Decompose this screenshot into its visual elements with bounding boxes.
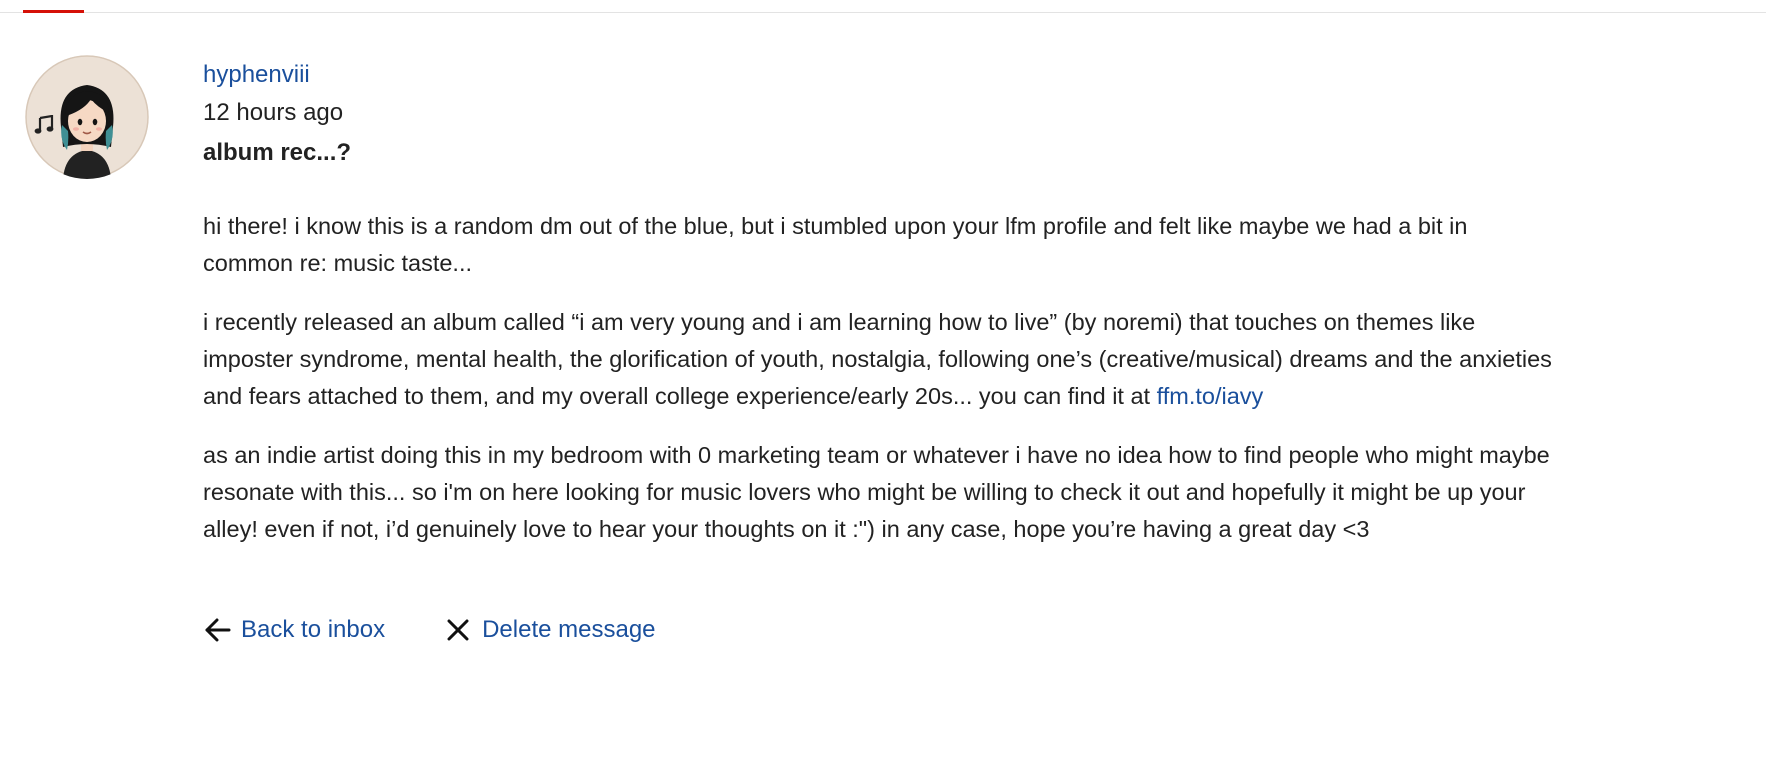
message-paragraph-text: i recently released an album called “i a… <box>203 309 1552 409</box>
active-tab-indicator <box>23 10 84 13</box>
message-body: hi there! i know this is a random dm out… <box>203 208 1553 548</box>
message-paragraph: hi there! i know this is a random dm out… <box>203 213 1468 276</box>
top-divider <box>0 12 1766 13</box>
close-icon <box>444 616 472 644</box>
delete-message-button[interactable]: Delete message <box>444 613 656 647</box>
message-subject: album rec...? <box>203 139 352 166</box>
back-to-inbox-button[interactable]: Back to inbox <box>203 613 385 647</box>
message-detail: hyphenviii 12 hours ago album rec...? hi… <box>203 58 1553 570</box>
message-actions: Back to inbox Delete message <box>203 610 656 650</box>
message-timestamp: 12 hours ago <box>203 99 344 126</box>
album-link[interactable]: ffm.to/iavy <box>1157 383 1264 409</box>
back-to-inbox-label: Back to inbox <box>241 616 386 643</box>
arrow-left-icon <box>203 616 231 644</box>
music-note-icon <box>34 115 56 135</box>
delete-message-label: Delete message <box>482 616 656 643</box>
avatar[interactable] <box>25 55 149 179</box>
message-paragraph: as an indie artist doing this in my bedr… <box>203 442 1550 542</box>
author-link[interactable]: hyphenviii <box>203 58 310 92</box>
message-paragraph: i recently released an album called “i a… <box>203 304 1553 415</box>
